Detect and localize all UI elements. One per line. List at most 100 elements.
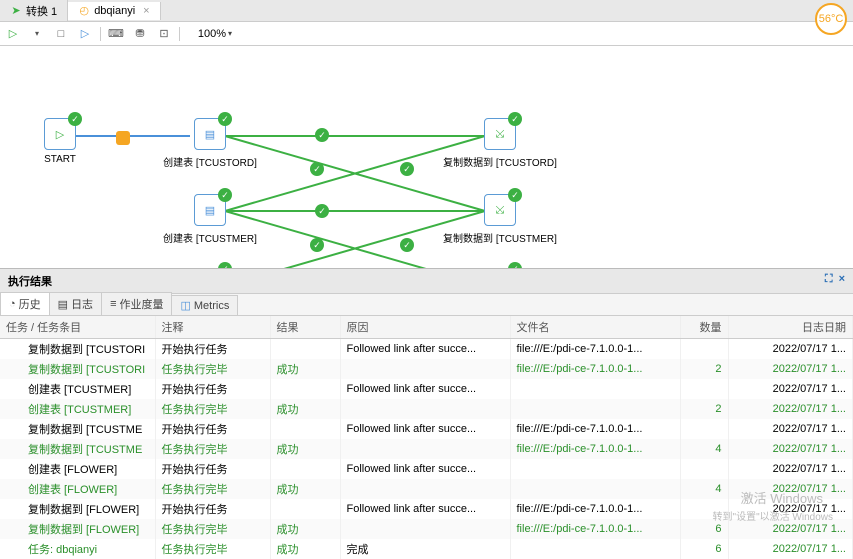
snap-button[interactable]: ⊡ xyxy=(155,25,173,43)
node-create-tcustord[interactable]: ▤✓ 创建表 [TCUSTORD] xyxy=(150,118,270,169)
link-check-icon: ✓ xyxy=(315,204,329,218)
results-table[interactable]: 任务 / 任务条目 注释 结果 原因 文件名 数量 日志日期 复制数据到 [TC… xyxy=(0,316,853,559)
cell-date: 2022/07/17 1... xyxy=(728,519,853,539)
cell-file xyxy=(510,379,680,399)
col-result[interactable]: 结果 xyxy=(270,316,340,339)
expand-icon[interactable]: ⛶ xyxy=(825,273,833,289)
tab-label: dbqianyi xyxy=(94,5,135,17)
table-row[interactable]: 任务: dbqianyi任务执行完毕成功完成62022/07/17 1... xyxy=(0,539,853,559)
zoom-control[interactable]: ▾ xyxy=(186,28,232,40)
cell-note: 任务执行完毕 xyxy=(155,539,270,559)
cell-result: 成功 xyxy=(270,439,340,459)
separator xyxy=(179,27,180,41)
node-copy-tcustord[interactable]: ⤩✓ 复制数据到 [TCUSTORD] xyxy=(440,118,560,169)
cell-note: 开始执行任务 xyxy=(155,419,270,439)
cell-result xyxy=(270,339,340,360)
clock-icon: ◔ xyxy=(9,298,16,310)
cell-date: 2022/07/17 1... xyxy=(728,399,853,419)
cell-reason xyxy=(340,439,510,459)
node-copy-tcustmer[interactable]: ⤩✓ 复制数据到 [TCUSTMER] xyxy=(440,194,560,245)
col-task[interactable]: 任务 / 任务条目 xyxy=(0,316,155,339)
col-qty[interactable]: 数量 xyxy=(680,316,728,339)
dropdown-icon[interactable]: ▾ xyxy=(28,25,46,43)
tab-log[interactable]: ▤日志 xyxy=(49,292,102,315)
node-start[interactable]: ▷✓ START xyxy=(0,118,120,165)
cell-qty: 6 xyxy=(680,519,728,539)
table-row[interactable]: 复制数据到 [TCUSTORI任务执行完毕成功file:///E:/pdi-ce… xyxy=(0,359,853,379)
table-row[interactable]: 复制数据到 [FLOWER]任务执行完毕成功file:///E:/pdi-ce-… xyxy=(0,519,853,539)
cell-note: 任务执行完毕 xyxy=(155,439,270,459)
cell-reason: 完成 xyxy=(340,539,510,559)
cell-file xyxy=(510,539,680,559)
cell-note: 开始执行任务 xyxy=(155,339,270,360)
link-check-icon: ✓ xyxy=(315,128,329,142)
node-create-tcustmer[interactable]: ▤✓ 创建表 [TCUSTMER] xyxy=(150,194,270,245)
table-row[interactable]: 创建表 [TCUSTMER]任务执行完毕成功22022/07/17 1... xyxy=(0,399,853,419)
results-title: 执行结果 xyxy=(8,273,52,289)
cell-file xyxy=(510,459,680,479)
cell-date: 2022/07/17 1... xyxy=(728,359,853,379)
sql-button[interactable]: ⌨ xyxy=(107,25,125,43)
cell-date: 2022/07/17 1... xyxy=(728,439,853,459)
col-file[interactable]: 文件名 xyxy=(510,316,680,339)
link-check-icon: ✓ xyxy=(400,162,414,176)
tab-transform-1[interactable]: ➤ 转换 1 xyxy=(0,0,68,22)
cell-task: 复制数据到 [FLOWER] xyxy=(0,499,155,519)
tab-metrics[interactable]: ◫Metrics xyxy=(171,295,238,315)
cell-date: 2022/07/17 1... xyxy=(728,379,853,399)
tab-history[interactable]: ◔历史 xyxy=(0,292,50,315)
cell-reason: Followed link after succe... xyxy=(340,499,510,519)
preview-button[interactable]: ▷ xyxy=(76,25,94,43)
cell-qty: 2 xyxy=(680,399,728,419)
cell-qty: 6 xyxy=(680,539,728,559)
temperature-badge: 56°C xyxy=(815,3,847,35)
chevron-down-icon[interactable]: ▾ xyxy=(228,29,232,38)
cell-file xyxy=(510,479,680,499)
cell-qty: 2 xyxy=(680,359,728,379)
table-row[interactable]: 复制数据到 [FLOWER]开始执行任务Followed link after … xyxy=(0,499,853,519)
canvas-toolbar: ▷ ▾ □ ▷ ⌨ ⛃ ⊡ ▾ xyxy=(0,22,853,46)
table-row[interactable]: 复制数据到 [TCUSTME开始执行任务Followed link after … xyxy=(0,419,853,439)
cell-result xyxy=(270,499,340,519)
cell-file: file:///E:/pdi-ce-7.1.0.0-1... xyxy=(510,339,680,360)
table-row[interactable]: 创建表 [FLOWER]开始执行任务Followed link after su… xyxy=(0,459,853,479)
cell-date: 2022/07/17 1... xyxy=(728,499,853,519)
doc-icon: ▤ xyxy=(58,298,68,311)
link-check-icon: ✓ xyxy=(310,162,324,176)
separator xyxy=(100,27,101,41)
col-note[interactable]: 注释 xyxy=(155,316,270,339)
cell-date: 2022/07/17 1... xyxy=(728,459,853,479)
table-row[interactable]: 复制数据到 [TCUSTORI开始执行任务Followed link after… xyxy=(0,339,853,360)
cell-qty xyxy=(680,419,728,439)
tab-job-metrics[interactable]: ≡作业度量 xyxy=(101,292,172,315)
cell-date: 2022/07/17 1... xyxy=(728,339,853,360)
cell-task: 复制数据到 [TCUSTME xyxy=(0,419,155,439)
close-icon[interactable]: × xyxy=(143,5,149,17)
tab-label: 转换 1 xyxy=(26,3,57,19)
col-reason[interactable]: 原因 xyxy=(340,316,510,339)
table-row[interactable]: 复制数据到 [TCUSTME任务执行完毕成功file:///E:/pdi-ce-… xyxy=(0,439,853,459)
cell-result: 成功 xyxy=(270,479,340,499)
cell-task: 创建表 [FLOWER] xyxy=(0,479,155,499)
table-row[interactable]: 创建表 [TCUSTMER]开始执行任务Followed link after … xyxy=(0,379,853,399)
table-row[interactable]: 创建表 [FLOWER]任务执行完毕成功42022/07/17 1... xyxy=(0,479,853,499)
flow-canvas[interactable]: ✓ ✓ ✓ ✓ ✓ ✓ ✓ ▷✓ START ▤✓ 创建表 [TCUSTORD]… xyxy=(0,46,853,268)
chart-icon: ◫ xyxy=(180,299,190,312)
cell-date: 2022/07/17 1... xyxy=(728,419,853,439)
stop-button[interactable]: □ xyxy=(52,25,70,43)
cell-date: 2022/07/17 1... xyxy=(728,479,853,499)
cell-qty: 4 xyxy=(680,439,728,459)
cell-task: 创建表 [TCUSTMER] xyxy=(0,399,155,419)
close-icon[interactable]: × xyxy=(839,273,845,289)
cell-qty xyxy=(680,339,728,360)
run-button[interactable]: ▷ xyxy=(4,25,22,43)
tab-dbqianyi[interactable]: ◴ dbqianyi × xyxy=(68,2,160,20)
db-button[interactable]: ⛃ xyxy=(131,25,149,43)
col-date[interactable]: 日志日期 xyxy=(728,316,853,339)
cell-task: 复制数据到 [TCUSTME xyxy=(0,439,155,459)
cell-file xyxy=(510,399,680,419)
cell-file: file:///E:/pdi-ce-7.1.0.0-1... xyxy=(510,499,680,519)
zoom-input[interactable] xyxy=(186,28,226,40)
tab-bar: ➤ 转换 1 ◴ dbqianyi × 56°C xyxy=(0,0,853,22)
cell-reason xyxy=(340,399,510,419)
